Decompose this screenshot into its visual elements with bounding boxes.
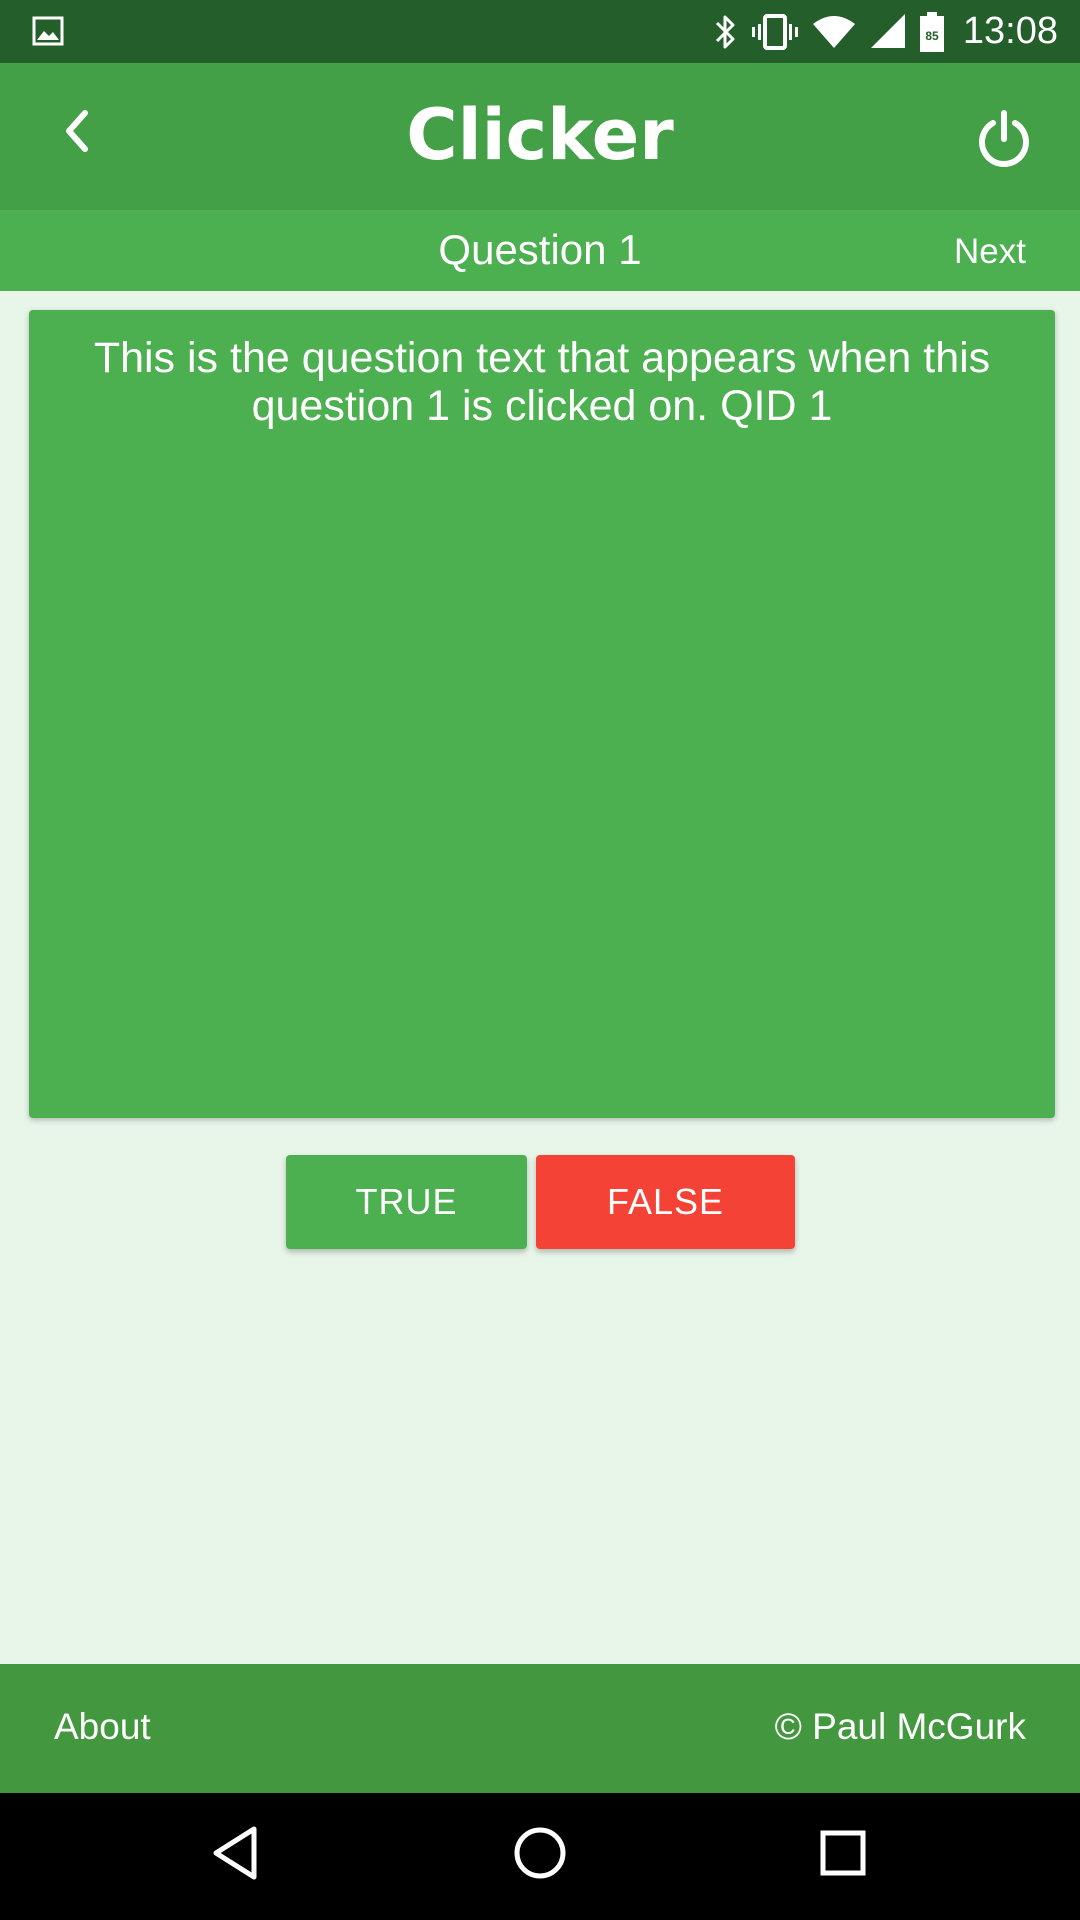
power-icon (974, 109, 1034, 174)
image-notification-icon (32, 15, 64, 52)
battery-level: 85 (925, 29, 939, 43)
true-button[interactable]: TRUE (286, 1155, 527, 1249)
question-text: This is the question text that appears w… (93, 334, 991, 430)
question-header: Question 1 Next (0, 210, 1080, 291)
footer: About © Paul McGurk (0, 1664, 1080, 1793)
question-title: Question 1 (438, 226, 642, 273)
question-card: This is the question text that appears w… (29, 310, 1055, 1118)
power-button[interactable] (964, 101, 1044, 181)
nav-recents-icon (818, 1828, 868, 1883)
next-button[interactable]: Next (954, 232, 1026, 272)
copyright-text: © Paul McGurk (774, 1706, 1026, 1747)
answer-buttons: TRUE FALSE (0, 1155, 1080, 1249)
false-button[interactable]: FALSE (536, 1155, 795, 1249)
bluetooth-icon (711, 12, 739, 52)
about-link[interactable]: About (54, 1706, 151, 1748)
system-nav-bar (0, 1793, 1080, 1920)
nav-back-icon (208, 1823, 264, 1888)
battery-icon: 85 (919, 11, 945, 53)
nav-home-button[interactable] (500, 1815, 580, 1895)
vibrate-icon (751, 12, 799, 52)
nav-back-button[interactable] (196, 1815, 276, 1895)
status-time: 13:08 (962, 10, 1058, 52)
wifi-icon (811, 12, 857, 52)
cell-signal-icon (869, 12, 907, 52)
nav-recents-button[interactable] (803, 1815, 883, 1895)
app-bar: Clicker (0, 63, 1080, 210)
status-icons: 85 13:08 (711, 0, 1058, 63)
app-title: Clicker (406, 94, 674, 176)
nav-home-icon (512, 1825, 568, 1886)
status-bar: 85 13:08 (0, 0, 1080, 63)
